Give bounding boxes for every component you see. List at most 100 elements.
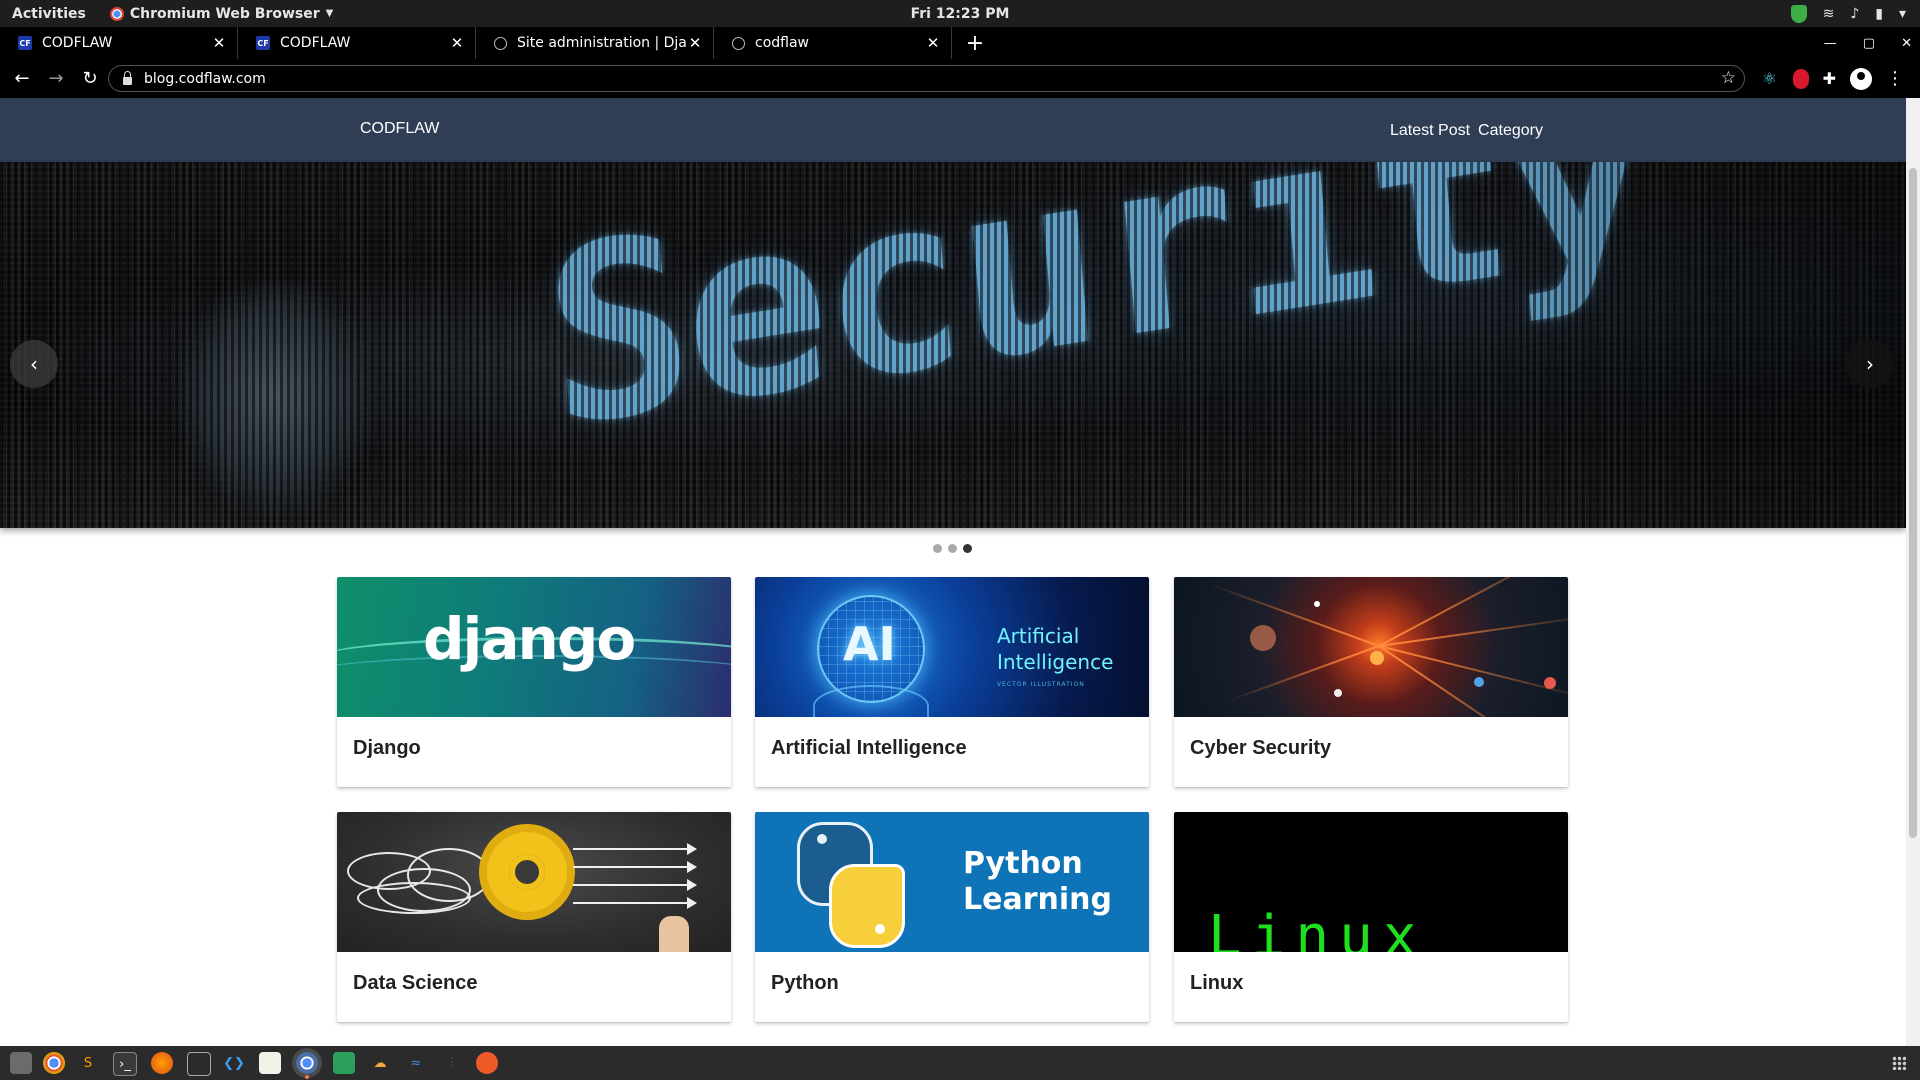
card-title[interactable]: Data Science [353,972,478,995]
card-title[interactable]: Python [771,972,839,995]
lock-icon[interactable] [123,70,132,85]
browser-tab-active[interactable]: CF CODFLAW ✕ [238,27,476,59]
linux-logo-text: Linux [1208,904,1427,952]
arrow-line [573,843,697,855]
profile-avatar-icon[interactable] [1850,67,1872,90]
app-menu[interactable]: Chromium Web Browser ▼ [109,6,334,22]
hand-icon [659,916,689,952]
weather-icon[interactable]: ☁ [369,1052,391,1074]
tab-title: Site administration | Djan [517,35,687,51]
category-card-python[interactable]: Python Learning Python [755,812,1149,1022]
category-card-django[interactable]: django Django [337,577,731,787]
python-image: Python Learning [755,812,1149,952]
light-ray [1378,577,1568,647]
linux-image: Linux [1174,812,1568,952]
system-tray[interactable]: ≋ ♪ ▮ ▾ [1790,0,1906,27]
text-editor-icon[interactable] [259,1052,281,1074]
carousel-dot[interactable] [948,544,957,553]
light-ray [1209,583,1380,647]
activities-button[interactable]: Activities [12,6,86,22]
sublime-icon[interactable]: S [77,1052,99,1074]
forward-arrow-icon[interactable]: → [44,67,68,91]
close-window-icon[interactable]: ✕ [1901,36,1912,51]
show-applications-icon[interactable] [1892,1056,1906,1070]
browser-tab[interactable]: codflaw ✕ [714,27,952,59]
codflaw-favicon-icon: CF [256,36,270,50]
card-title[interactable]: Django [353,737,421,760]
carousel-next-button[interactable]: › [1846,340,1894,388]
vscode-icon[interactable]: ❮❯ [223,1052,245,1074]
carousel-indicators [933,544,972,553]
new-tab-button[interactable]: + [960,27,990,59]
reload-icon[interactable]: ↻ [78,67,102,91]
bokeh-spark [1334,689,1342,697]
close-icon[interactable]: ✕ [687,34,703,52]
bokeh-spark [1370,651,1384,665]
chrome-icon[interactable] [43,1052,65,1074]
carousel-dot[interactable] [933,544,942,553]
nav-category[interactable]: Category [1478,122,1543,140]
wireshark-icon[interactable]: ≈ [405,1052,427,1074]
back-arrow-icon[interactable]: ← [10,67,34,91]
category-card-linux[interactable]: Linux Linux [1174,812,1568,1022]
card-title[interactable]: Linux [1190,972,1243,995]
dock-taskbar: S ›_ ❮❯ ☁ ≈ ⫶ [0,1046,1920,1080]
close-icon[interactable]: ✕ [925,34,941,52]
react-devtools-icon[interactable]: ⚛ [1761,69,1779,88]
kebab-menu-icon[interactable]: ⋮ [1886,68,1904,89]
page-scrollbar[interactable] [1906,98,1920,1046]
bookmark-star-icon[interactable]: ☆ [1721,68,1736,88]
tab-title: CODFLAW [280,35,351,51]
network-tool-icon[interactable]: ⫶ [441,1052,463,1074]
ai-subcaption: VECTOR ILLUSTRATION [997,681,1085,688]
volume-icon[interactable]: ♪ [1850,6,1859,22]
battery-icon[interactable]: ▮ [1875,6,1883,22]
close-icon[interactable]: ✕ [449,34,465,52]
pycharm-icon[interactable] [333,1052,355,1074]
chromium-icon[interactable] [296,1052,318,1079]
bokeh-spark [1544,677,1556,689]
wifi-icon[interactable]: ≋ [1823,6,1835,22]
tangle-line [357,882,471,914]
screenshot-icon[interactable] [187,1052,211,1076]
caret-down-icon: ▼ [325,8,334,19]
card-title[interactable]: Cyber Security [1190,737,1331,760]
site-navbar: CODFLAW Latest Post Category [0,98,1906,162]
running-indicator [305,1075,309,1079]
browser-tab[interactable]: Site administration | Djan ✕ [476,27,714,59]
globe-icon [494,36,507,50]
category-card-cyber-security[interactable]: Cyber Security [1174,577,1568,787]
extensions-area: ⚛ ✚ ⋮ [1761,59,1904,98]
postman-icon[interactable] [476,1052,498,1074]
nav-latest-post[interactable]: Latest Post [1390,122,1470,140]
browser-tab[interactable]: CF CODFLAW ✕ [0,27,238,59]
category-card-data-science[interactable]: Data Science [337,812,731,1022]
site-brand[interactable]: CODFLAW [360,120,439,138]
arrow-line [573,861,697,873]
hero-fade [1426,162,1906,528]
ai-image: AI Artificial Intelligence VECTOR ILLUST… [755,577,1149,717]
shield-icon[interactable] [1790,4,1807,23]
maximize-icon[interactable]: ▢ [1863,36,1875,51]
django-image: django [337,577,731,717]
data-science-image [337,812,731,952]
minimize-icon[interactable]: — [1824,36,1837,51]
cyber-image [1174,577,1568,717]
carousel-dot-active[interactable] [963,544,972,553]
terminal-icon[interactable]: ›_ [113,1052,137,1076]
close-icon[interactable]: ✕ [211,34,227,52]
carousel-prev-button[interactable]: ‹ [10,340,58,388]
category-card-ai[interactable]: AI Artificial Intelligence VECTOR ILLUST… [755,577,1149,787]
python-logo-icon [829,864,905,948]
puzzle-extensions-icon[interactable]: ✚ [1823,69,1836,88]
url-text[interactable]: blog.codflaw.com [144,71,266,87]
card-title[interactable]: Artificial Intelligence [771,737,967,760]
python-caption: Python Learning [963,846,1112,917]
firefox-icon[interactable] [151,1052,173,1074]
scrollbar-thumb[interactable] [1909,168,1917,838]
files-icon[interactable] [10,1052,32,1074]
power-menu-icon[interactable]: ▾ [1899,6,1906,22]
address-bar[interactable]: blog.codflaw.com ☆ [108,65,1745,92]
hero-carousel[interactable]: Security ‹ › [0,162,1906,528]
red-extension-icon[interactable] [1792,68,1809,89]
